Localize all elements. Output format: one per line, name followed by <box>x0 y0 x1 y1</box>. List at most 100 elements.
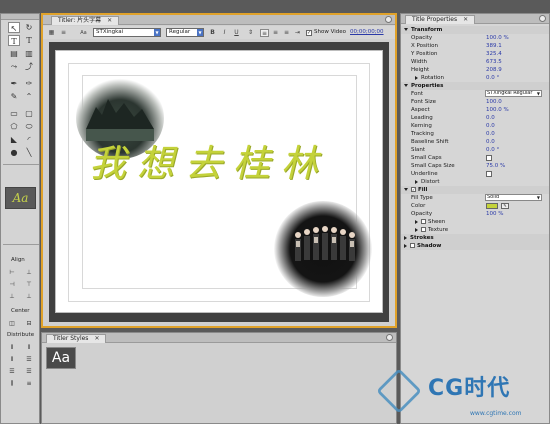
timecode-display[interactable]: 00;00;00;00 <box>350 29 384 35</box>
property-checkbox[interactable] <box>410 243 415 248</box>
choir-photo-image[interactable] <box>274 201 372 297</box>
expand-right-icon[interactable] <box>415 75 418 80</box>
title-canvas[interactable]: 我想去桂林 <box>55 50 383 313</box>
distribute-right-icon[interactable]: ⫴ <box>6 354 18 365</box>
property-row[interactable]: Leading 0.0 <box>401 114 549 122</box>
path-type-tool-icon[interactable]: ⤳ <box>8 61 20 72</box>
property-row[interactable]: Baseline Shift 0.0 <box>401 138 549 146</box>
property-row[interactable]: Opacity 100.0 % <box>401 34 549 42</box>
property-row[interactable]: Height 208.9 <box>401 66 549 74</box>
property-value[interactable]: 673.5 <box>486 58 502 66</box>
property-value[interactable]: 100.0 % <box>486 34 509 42</box>
bold-icon[interactable]: B <box>208 29 217 37</box>
distribute-top-icon[interactable]: ☰ <box>23 354 35 365</box>
expand-right-icon[interactable] <box>404 243 407 248</box>
rounded-corner-rectangle-tool-icon[interactable]: ⬭ <box>23 121 35 132</box>
property-checkbox[interactable]: ✓ <box>411 187 416 192</box>
property-row[interactable]: Font STXingkai Regular ▼ <box>401 90 549 98</box>
rectangle-tool-icon[interactable]: ▭ <box>8 108 20 119</box>
close-icon[interactable]: ✕ <box>107 17 112 24</box>
property-row[interactable]: Texture <box>401 226 549 234</box>
property-value[interactable]: 100 % <box>486 210 503 218</box>
delete-anchor-tool-icon[interactable]: ✑ <box>23 78 35 89</box>
property-row[interactable]: X Position 389.1 <box>401 42 549 50</box>
font-style-dropdown[interactable]: Regular ▼ <box>166 28 204 37</box>
align-center-horizontal-icon[interactable]: ⊥ <box>23 267 35 278</box>
rotation-tool-icon[interactable]: ↻ <box>23 22 35 33</box>
expand-down-icon[interactable] <box>404 28 408 31</box>
property-row[interactable]: Small Caps Size 75.0 % <box>401 162 549 170</box>
distribute-middle-icon[interactable]: ☰ <box>6 366 18 377</box>
align-top-icon[interactable]: ⊤ <box>23 279 35 290</box>
panel-menu-icon[interactable] <box>386 334 393 341</box>
ellipse-tool-icon[interactable]: ● <box>8 147 20 158</box>
property-dropdown[interactable]: STXingkai Regular ▼ <box>485 90 542 97</box>
rounded-rectangle-tool-icon[interactable]: ▢ <box>23 108 35 119</box>
expand-down-icon[interactable] <box>404 84 408 87</box>
property-row[interactable]: Aspect 100.0 % <box>401 106 549 114</box>
property-row[interactable]: Properties <box>401 82 549 90</box>
property-row[interactable]: Shadow <box>401 242 549 250</box>
templates-icon[interactable]: ▦ <box>47 29 56 37</box>
distribute-left-icon[interactable]: ⫴ <box>6 342 18 353</box>
font-browse-icon[interactable]: Aa <box>79 29 88 37</box>
property-value[interactable]: 0.0 <box>486 138 495 146</box>
align-text-left-icon[interactable]: ≡ <box>260 29 269 37</box>
property-value[interactable]: 0.0 <box>486 122 495 130</box>
tab-titler-styles[interactable]: Titler Styles ✕ <box>46 334 107 343</box>
distribute-bottom-icon[interactable]: ☰ <box>23 366 35 377</box>
property-value[interactable]: 100.0 % <box>486 106 509 114</box>
convert-anchor-tool-icon[interactable]: ⌃ <box>23 91 35 102</box>
align-bottom-icon[interactable]: ⊥ <box>23 291 35 302</box>
expand-down-icon[interactable] <box>404 188 408 191</box>
add-anchor-tool-icon[interactable]: ✎ <box>8 91 20 102</box>
clipped-corner-rectangle-tool-icon[interactable]: ⬠ <box>8 121 20 132</box>
property-row[interactable]: Small Caps <box>401 154 549 162</box>
distribute-horizontal-icon[interactable]: ⫼ <box>6 378 18 389</box>
roll-crawl-icon[interactable]: ≡ <box>59 29 68 37</box>
expand-right-icon[interactable] <box>415 227 418 232</box>
property-value[interactable]: 208.9 <box>486 66 502 74</box>
property-row[interactable]: Strokes <box>401 234 549 242</box>
close-icon[interactable]: ✕ <box>463 16 468 23</box>
align-left-icon[interactable]: ⊢ <box>6 267 18 278</box>
property-value[interactable]: 389.1 <box>486 42 502 50</box>
property-checkbox[interactable] <box>421 219 426 224</box>
area-type-tool-icon[interactable]: ▤ <box>8 48 20 59</box>
line-tool-icon[interactable]: ╲ <box>23 147 35 158</box>
close-icon[interactable]: ✕ <box>94 335 99 342</box>
align-center-vertical-icon[interactable]: ⊥ <box>6 291 18 302</box>
distribute-center-icon[interactable]: ⫴ <box>23 342 35 353</box>
tab-titler[interactable]: Titler: 片头字幕 ✕ <box>51 16 120 25</box>
property-row[interactable]: Tracking 0.0 <box>401 130 549 138</box>
property-row[interactable]: Sheen <box>401 218 549 226</box>
property-value[interactable]: 0.0 <box>486 130 495 138</box>
panel-menu-icon[interactable] <box>385 16 392 23</box>
property-row[interactable]: Underline <box>401 170 549 178</box>
center-vertical-icon[interactable]: ⊟ <box>23 318 35 329</box>
property-value[interactable]: 0.0 ° <box>486 146 499 154</box>
property-row[interactable]: Color ✎ <box>401 202 549 210</box>
title-text[interactable]: 我想去桂林 <box>89 133 329 187</box>
italic-icon[interactable]: I <box>220 29 229 37</box>
font-size-icon[interactable]: ⇕ <box>246 29 255 37</box>
fill-color-swatch[interactable] <box>486 203 498 209</box>
panel-menu-icon[interactable] <box>539 15 546 22</box>
align-right-icon[interactable]: ⊣ <box>6 279 18 290</box>
eyedropper-icon[interactable]: ✎ <box>501 203 509 209</box>
property-value[interactable]: 325.4 <box>486 50 502 58</box>
property-row[interactable]: Font Size 100.0 <box>401 98 549 106</box>
distribute-vertical-icon[interactable]: ≡ <box>23 378 35 389</box>
show-video-checkbox[interactable]: ✓ <box>306 30 312 36</box>
align-text-center-icon[interactable]: ≡ <box>271 29 280 37</box>
property-row[interactable]: Kerning 0.0 <box>401 122 549 130</box>
property-row[interactable]: Distort <box>401 178 549 186</box>
property-row[interactable]: Y Position 325.4 <box>401 50 549 58</box>
property-checkbox[interactable] <box>421 227 426 232</box>
property-row[interactable]: Slant 0.0 ° <box>401 146 549 154</box>
expand-right-icon[interactable] <box>415 219 418 224</box>
property-row[interactable]: Fill Type Solid ▼ <box>401 194 549 202</box>
underline-icon[interactable]: U <box>232 29 241 37</box>
property-value[interactable]: 100.0 <box>486 98 502 106</box>
property-value[interactable]: 0.0 ° <box>486 74 499 82</box>
